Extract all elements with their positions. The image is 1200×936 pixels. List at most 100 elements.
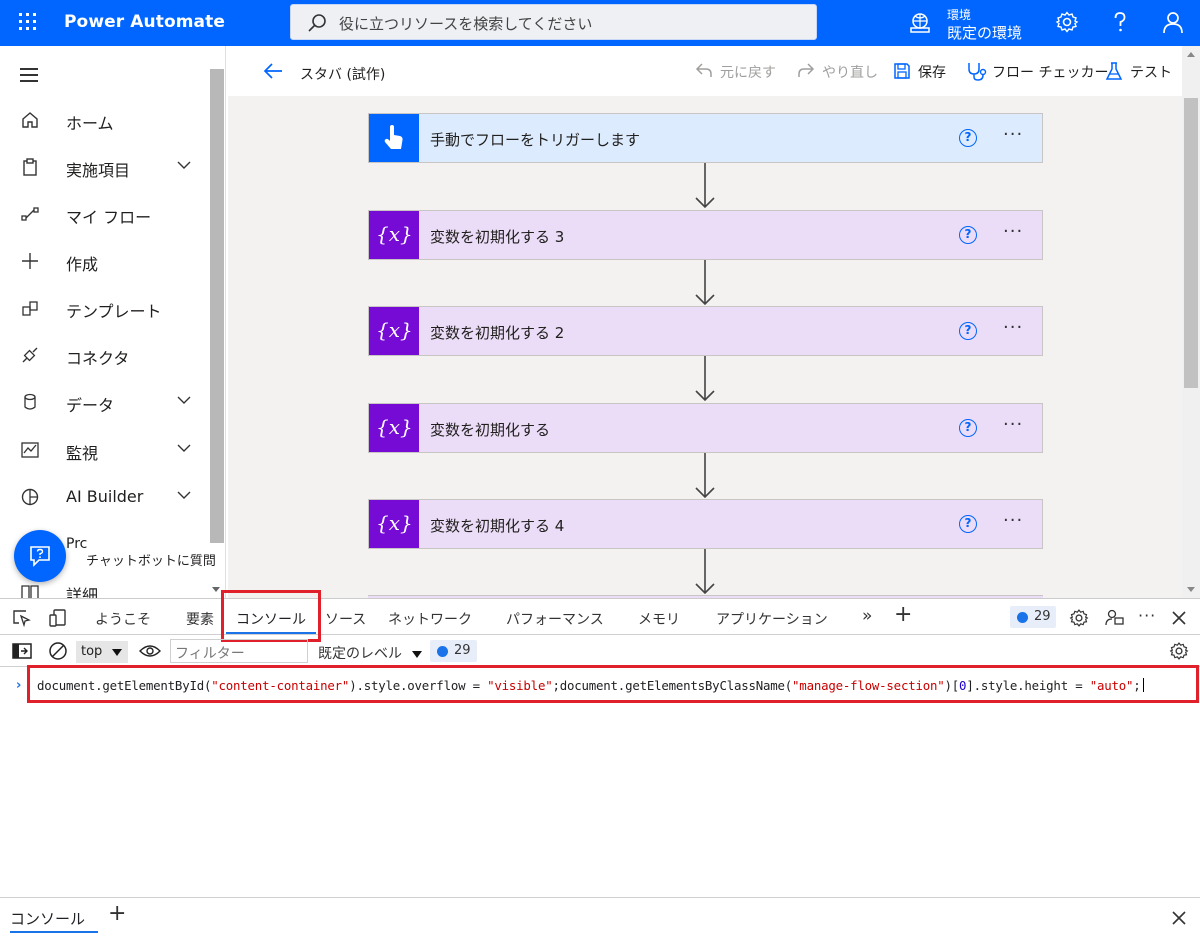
- flow-step-variable[interactable]: {x} 変数を初期化する 2 ? ···: [368, 306, 1043, 356]
- flow-step-trigger[interactable]: 手動でフローをトリガーします ? ···: [368, 113, 1043, 163]
- hamburger-icon[interactable]: [20, 68, 38, 82]
- sidebar-item-monitor[interactable]: 監視: [0, 430, 208, 470]
- touch-icon: [384, 125, 403, 149]
- sidebar-item-my-flows[interactable]: マイ フロー: [0, 194, 208, 234]
- issues-badge[interactable]: 29: [1010, 606, 1056, 628]
- filter-input[interactable]: フィルター: [170, 639, 308, 663]
- chevron-down-icon: [177, 396, 191, 404]
- variable-icon: {x}: [376, 318, 413, 342]
- flow-title: スタバ (試作): [300, 67, 386, 83]
- profile-icon[interactable]: [1161, 10, 1185, 34]
- flow-step-variable[interactable]: {x} 変数を初期化する 3 ? ···: [368, 210, 1043, 260]
- app-brand[interactable]: Power Automate: [64, 12, 225, 32]
- sidebar-item-connectors[interactable]: コネクタ: [0, 335, 208, 375]
- back-arrow-icon[interactable]: [262, 62, 284, 80]
- save-icon: [894, 63, 910, 79]
- help-icon[interactable]: ?: [959, 419, 977, 437]
- help-icon[interactable]: ?: [959, 129, 977, 147]
- environment-label: 環境: [947, 8, 972, 22]
- settings-icon[interactable]: [1055, 10, 1079, 34]
- sidebar-item-create[interactable]: 作成: [0, 241, 208, 281]
- tab-network[interactable]: ネットワーク: [388, 609, 472, 629]
- step-name: 変数を初期化する: [430, 421, 551, 439]
- console-message-badge[interactable]: 29: [430, 640, 477, 662]
- more-tabs-icon[interactable]: »: [862, 606, 872, 626]
- editor-command-bar: スタバ (試作) 元に戻す やり直し 保存 フロー チェッカー テスト: [228, 46, 1182, 96]
- sidebar-item-label: 詳細: [66, 586, 99, 598]
- flow-step-variable[interactable]: {x} 変数を初期化する ? ···: [368, 403, 1043, 453]
- tab-memory[interactable]: メモリ: [638, 609, 680, 629]
- help-icon[interactable]: ?: [959, 515, 977, 533]
- flask-icon: [1105, 62, 1123, 80]
- search-icon: [308, 14, 326, 32]
- settings-icon[interactable]: [1069, 608, 1089, 628]
- sidebar-scroll-thumb[interactable]: [210, 69, 224, 543]
- console-toolbar: top フィルター 既定のレベル 29: [0, 635, 1200, 667]
- sidebar-item-templates[interactable]: テンプレート: [0, 288, 208, 328]
- tab-elements[interactable]: 要素: [186, 609, 214, 629]
- inspect-element-icon[interactable]: [12, 609, 32, 627]
- console-settings-icon[interactable]: [1169, 641, 1189, 661]
- environment-value: 既定の環境: [947, 24, 1023, 42]
- more-options-icon[interactable]: ···: [1138, 606, 1156, 625]
- dropdown-icon: [112, 649, 122, 656]
- sidebar-toggle-icon[interactable]: [12, 643, 32, 659]
- chevron-down-icon: [177, 161, 191, 169]
- variable-tile: {x}: [369, 307, 419, 355]
- search-placeholder: 役に立つリソースを検索してください: [339, 15, 593, 33]
- drawer-tab-console[interactable]: コンソール: [10, 908, 85, 929]
- device-toolbar-icon[interactable]: [48, 608, 68, 628]
- chevron-down-icon: [177, 444, 191, 452]
- tab-sources[interactable]: ソース: [325, 609, 366, 629]
- more-options-icon[interactable]: ···: [1003, 414, 1023, 435]
- sidebar-item-data[interactable]: データ: [0, 382, 208, 422]
- more-options-icon[interactable]: ···: [1003, 221, 1023, 242]
- environment-picker[interactable]: 環境 既定の環境: [906, 4, 1046, 42]
- devtools-panel: ようこそ 要素 コンソール ソース ネットワーク パフォーマンス メモリ アプリ…: [0, 590, 1200, 936]
- sidebar-item-ai-builder[interactable]: AI Builder: [0, 477, 208, 517]
- more-options-icon[interactable]: ···: [1003, 510, 1023, 531]
- add-tab-icon[interactable]: +: [108, 901, 126, 926]
- log-level-selector[interactable]: 既定のレベル: [318, 643, 422, 663]
- connector-arrow: [695, 356, 715, 402]
- clear-console-icon[interactable]: [48, 641, 68, 661]
- tab-application[interactable]: アプリケーション: [716, 609, 828, 629]
- canvas-scrollbar[interactable]: [1182, 46, 1200, 598]
- add-tab-icon[interactable]: +: [894, 602, 912, 627]
- step-name: 変数を初期化する 4: [430, 517, 565, 535]
- feedback-icon[interactable]: [1105, 608, 1125, 628]
- more-options-icon[interactable]: ···: [1003, 124, 1023, 145]
- console-output[interactable]: › document.getElementById("content-conta…: [0, 669, 1200, 897]
- scroll-up-icon[interactable]: [1187, 52, 1195, 57]
- sidebar-item-action-items[interactable]: 実施項目: [0, 147, 208, 187]
- step-name: 変数を初期化する 3: [430, 228, 565, 246]
- chatbot-button[interactable]: [14, 530, 66, 582]
- help-icon[interactable]: ?: [959, 322, 977, 340]
- variable-icon: {x}: [376, 415, 413, 439]
- help-icon[interactable]: [1108, 10, 1132, 34]
- close-icon[interactable]: [1171, 610, 1187, 626]
- search-box[interactable]: 役に立つリソースを検索してください: [290, 4, 817, 40]
- scroll-down-icon[interactable]: [1187, 587, 1195, 592]
- database-icon: [24, 393, 36, 410]
- connector-icon: [22, 347, 38, 363]
- context-selector[interactable]: top: [76, 641, 128, 663]
- sidebar-item-label: 作成: [66, 255, 99, 274]
- close-drawer-icon[interactable]: [1171, 910, 1187, 926]
- sidebar-item-label: データ: [66, 396, 115, 415]
- sidebar-scrollbar[interactable]: [208, 64, 225, 598]
- eye-icon[interactable]: [139, 644, 161, 658]
- template-icon: [22, 301, 38, 316]
- ai-builder-icon: [21, 488, 39, 506]
- help-icon[interactable]: ?: [959, 226, 977, 244]
- sidebar-item-home[interactable]: ホーム: [0, 100, 208, 140]
- tab-performance[interactable]: パフォーマンス: [506, 609, 604, 629]
- tab-welcome[interactable]: ようこそ: [95, 609, 151, 629]
- flow-step-variable[interactable]: {x} 変数を初期化する 4 ? ···: [368, 499, 1043, 549]
- dropdown-icon: [412, 651, 422, 658]
- canvas-scroll-thumb[interactable]: [1184, 98, 1198, 388]
- step-name: 変数を初期化する 2: [430, 324, 565, 342]
- scroll-down-icon[interactable]: [212, 587, 220, 592]
- waffle-icon[interactable]: [18, 12, 38, 32]
- more-options-icon[interactable]: ···: [1003, 317, 1023, 338]
